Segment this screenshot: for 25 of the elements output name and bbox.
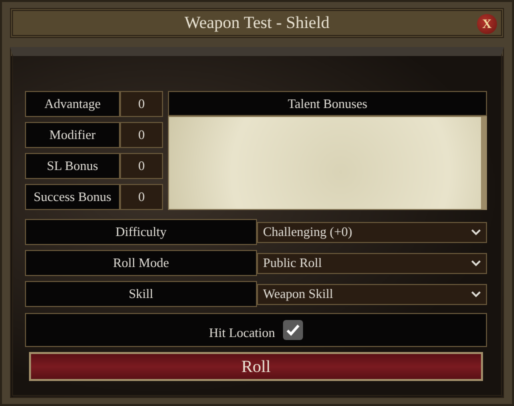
field-label: Success Bonus	[25, 184, 120, 210]
field-label: Advantage	[25, 91, 120, 117]
number-field[interactable]: 0	[120, 153, 163, 179]
chevron-icon	[471, 260, 481, 266]
close-button[interactable]: X	[477, 14, 497, 34]
chevron-icon	[471, 228, 481, 236]
talent-bonuses-field[interactable]	[168, 116, 487, 210]
checkbox[interactable]	[283, 320, 304, 340]
number-field[interactable]: 0	[120, 184, 163, 210]
checkmark-icon	[286, 324, 300, 336]
field-label: Difficulty	[25, 219, 257, 245]
number-field[interactable]: 0	[120, 91, 163, 117]
window-title: Weapon Test - Shield	[184, 13, 330, 33]
chevron-icon	[471, 290, 481, 298]
roll-button[interactable]: Roll	[29, 352, 483, 381]
dropdown[interactable]: Weapon Skill	[256, 284, 487, 304]
field-label: Hit Location	[208, 324, 276, 340]
dropdown[interactable]: Public Roll	[256, 252, 487, 274]
field-label: Roll Mode	[25, 250, 257, 276]
number-field[interactable]: 0	[120, 122, 163, 148]
section-header: Talent Bonuses	[168, 91, 487, 116]
field-label: Skill	[25, 281, 257, 307]
field-label: SL Bonus	[25, 153, 120, 179]
dropdown[interactable]: Challenging (+0)	[256, 222, 487, 242]
field-label: Modifier	[25, 122, 120, 148]
